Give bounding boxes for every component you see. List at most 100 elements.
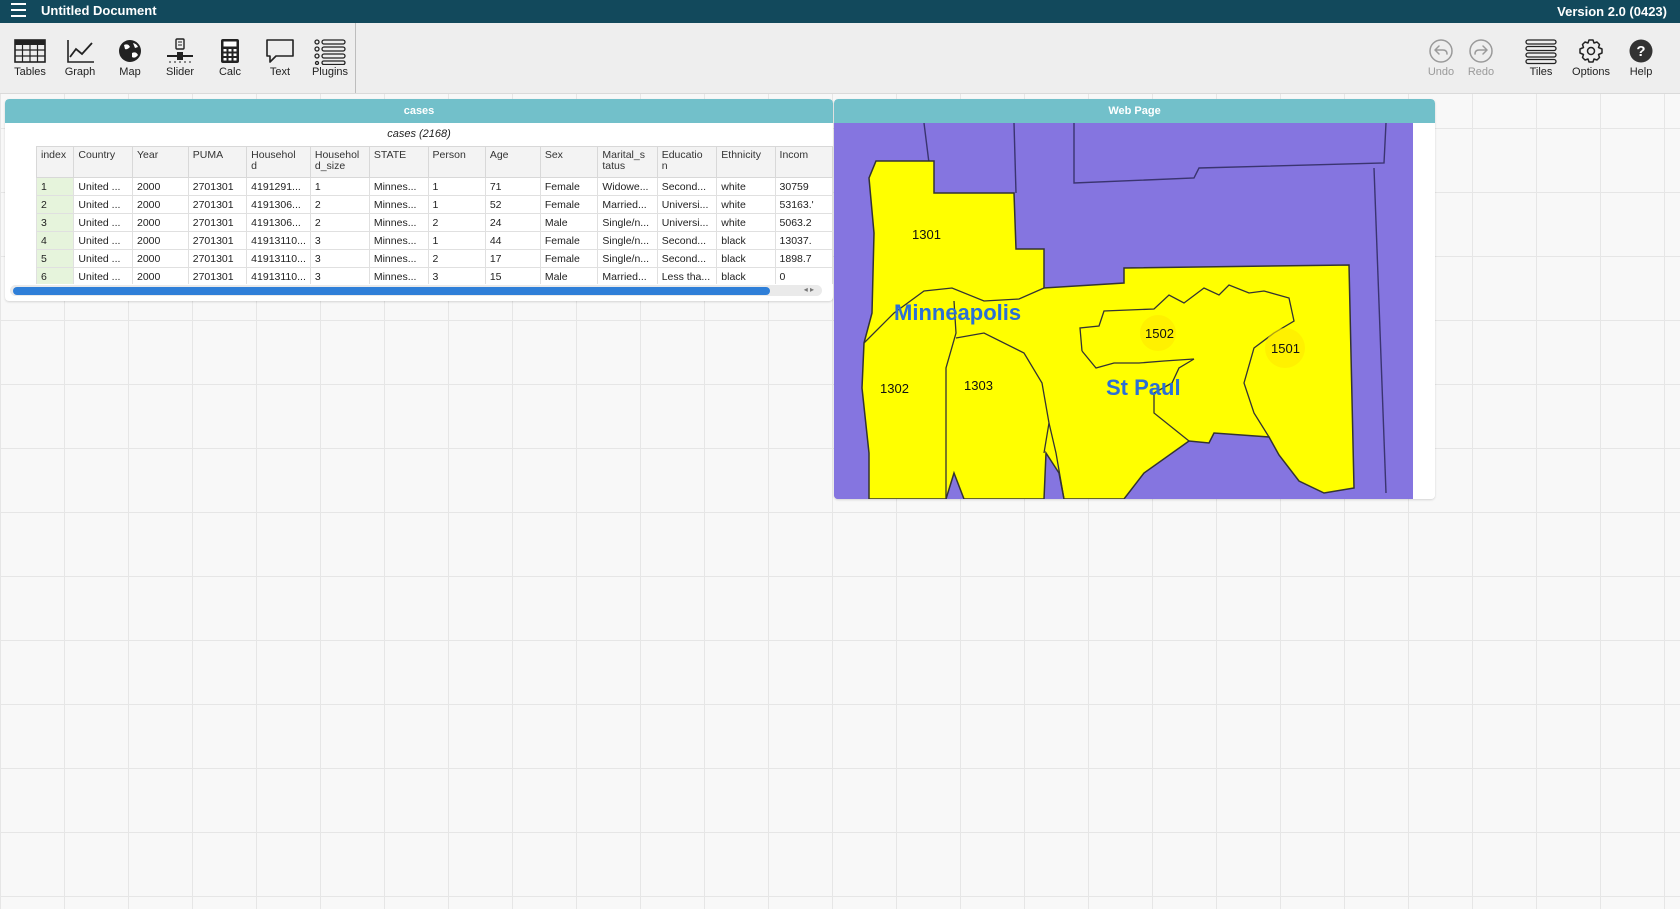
table-cell[interactable]: Single/n... [597, 249, 658, 268]
column-header[interactable]: Year [132, 146, 189, 178]
table-cell[interactable]: 2 [309, 195, 370, 214]
table-cell[interactable]: United ... [73, 249, 133, 268]
cases-tile-title[interactable]: cases [5, 99, 833, 123]
table-cell[interactable]: United ... [73, 195, 133, 214]
table-cell[interactable]: 3 [309, 267, 370, 284]
table-row[interactable]: 4 United ... 2000 2701301 41913110... 3 Minnes… [36, 231, 833, 250]
table-cell[interactable]: 3 [427, 267, 486, 284]
table-cell[interactable]: 2701301 [187, 231, 248, 250]
table-cell[interactable]: 2000 [132, 213, 189, 232]
table-cell[interactable]: Second... [656, 177, 718, 196]
column-header[interactable]: Country [73, 146, 133, 178]
table-cell[interactable]: Female [539, 249, 599, 268]
column-header[interactable]: Person [427, 146, 486, 178]
table-cell[interactable]: 2 [309, 213, 370, 232]
web-page-tile[interactable]: Web Page 1301 1302 1303 1502 1501 Minnea… [834, 99, 1435, 499]
column-header[interactable]: Age [484, 146, 541, 178]
redo-button[interactable]: Redo [1456, 37, 1506, 89]
table-cell[interactable]: 2000 [132, 231, 189, 250]
column-header[interactable]: Househol d_size [309, 146, 370, 178]
table-cell[interactable]: Married... [597, 195, 658, 214]
map-button[interactable]: Map [105, 37, 155, 89]
table-cell[interactable]: 4191306... [246, 195, 311, 214]
table-cell[interactable]: 52 [484, 195, 541, 214]
column-header[interactable]: Househol d [246, 146, 311, 178]
table-cell[interactable]: black [716, 231, 776, 250]
table-cell[interactable]: Female [539, 177, 599, 196]
table-cell[interactable]: Minnes... [368, 267, 429, 284]
tiles-button[interactable]: Tiles [1516, 37, 1566, 89]
table-cell[interactable]: black [716, 267, 776, 284]
table-row[interactable]: 1 United ... 2000 2701301 4191291... 1 Minnes.… [36, 177, 833, 196]
table-cell[interactable]: Minnes... [368, 213, 429, 232]
scroll-arrows-icon[interactable]: ◂ ▸ [804, 285, 814, 294]
hamburger-menu-icon[interactable] [11, 3, 26, 17]
table-cell[interactable]: United ... [73, 267, 133, 284]
column-header[interactable]: PUMA [187, 146, 248, 178]
row-index-cell[interactable]: 5 [36, 249, 75, 268]
table-cell[interactable]: black [716, 249, 776, 268]
column-header[interactable]: Sex [539, 146, 599, 178]
tables-button[interactable]: Tables [5, 37, 55, 89]
row-index-cell[interactable]: 4 [36, 231, 75, 250]
table-cell[interactable]: 2701301 [187, 177, 248, 196]
table-cell[interactable]: white [716, 213, 776, 232]
table-row[interactable]: 6 United ... 2000 2701301 41913110... 3 Minnes… [36, 267, 833, 284]
column-header[interactable]: Incom [774, 146, 833, 178]
table-cell[interactable]: 3 [309, 249, 370, 268]
table-cell[interactable]: 2000 [132, 249, 189, 268]
table-cell[interactable]: 2 [427, 249, 486, 268]
help-button[interactable]: ? Help [1616, 37, 1666, 89]
table-cell[interactable]: United ... [73, 177, 133, 196]
table-cell[interactable]: Married... [597, 267, 658, 284]
graph-button[interactable]: Graph [55, 37, 105, 89]
table-cell[interactable]: 2 [427, 213, 486, 232]
table-cell[interactable]: Male [539, 267, 599, 284]
table-cell[interactable]: 3 [309, 231, 370, 250]
table-cell[interactable]: 30759 [774, 177, 833, 196]
table-cell[interactable]: 17 [484, 249, 541, 268]
web-tile-title[interactable]: Web Page [834, 99, 1435, 123]
row-index-cell[interactable]: 1 [36, 177, 75, 196]
table-cell[interactable]: Widowe... [597, 177, 658, 196]
table-cell[interactable]: Universi... [656, 195, 718, 214]
table-cell[interactable]: Less tha... [656, 267, 718, 284]
table-cell[interactable]: 5063.2 [774, 213, 833, 232]
column-header[interactable]: Marital_s tatus [597, 146, 658, 178]
cases-table-tile[interactable]: cases cases (2168) index Country Year PUMA H… [5, 99, 833, 301]
table-cell[interactable]: Single/n... [597, 231, 658, 250]
table-cell[interactable]: 41913110... [246, 267, 311, 284]
table-cell[interactable]: white [716, 177, 776, 196]
horizontal-scrollbar[interactable]: ◂ ▸ [10, 285, 822, 296]
options-button[interactable]: Options [1566, 37, 1616, 89]
column-header[interactable]: Ethnicity [716, 146, 776, 178]
table-cell[interactable]: 53163.' [774, 195, 833, 214]
table-cell[interactable]: white [716, 195, 776, 214]
table-cell[interactable]: Second... [656, 231, 718, 250]
table-cell[interactable]: 1 [427, 177, 486, 196]
document-title[interactable]: Untitled Document [41, 3, 157, 18]
table-row[interactable]: 5 United ... 2000 2701301 41913110... 3 Minnes… [36, 249, 833, 268]
table-cell[interactable]: 24 [484, 213, 541, 232]
table-cell[interactable]: Single/n... [597, 213, 658, 232]
table-cell[interactable]: Second... [656, 249, 718, 268]
row-index-cell[interactable]: 3 [36, 213, 75, 232]
table-cell[interactable]: 2000 [132, 195, 189, 214]
calc-button[interactable]: Calc [205, 37, 255, 89]
table-row[interactable]: 3 United ... 2000 2701301 4191306... 2 Minnes.… [36, 213, 833, 232]
table-cell[interactable]: 41913110... [246, 231, 311, 250]
table-cell[interactable]: 2701301 [187, 267, 248, 284]
plugins-button[interactable]: Plugins [305, 37, 355, 89]
table-cell[interactable]: Female [539, 231, 599, 250]
table-cell[interactable]: 71 [484, 177, 541, 196]
table-cell[interactable]: Minnes... [368, 195, 429, 214]
table-cell[interactable]: 13037. [774, 231, 833, 250]
table-cell[interactable]: Female [539, 195, 599, 214]
table-cell[interactable]: 1 [427, 195, 486, 214]
text-button[interactable]: Text [255, 37, 305, 89]
table-cell[interactable]: 2701301 [187, 213, 248, 232]
table-cell[interactable]: 41913110... [246, 249, 311, 268]
table-cell[interactable]: 1 [427, 231, 486, 250]
table-cell[interactable]: 4191306... [246, 213, 311, 232]
table-cell[interactable]: United ... [73, 213, 133, 232]
